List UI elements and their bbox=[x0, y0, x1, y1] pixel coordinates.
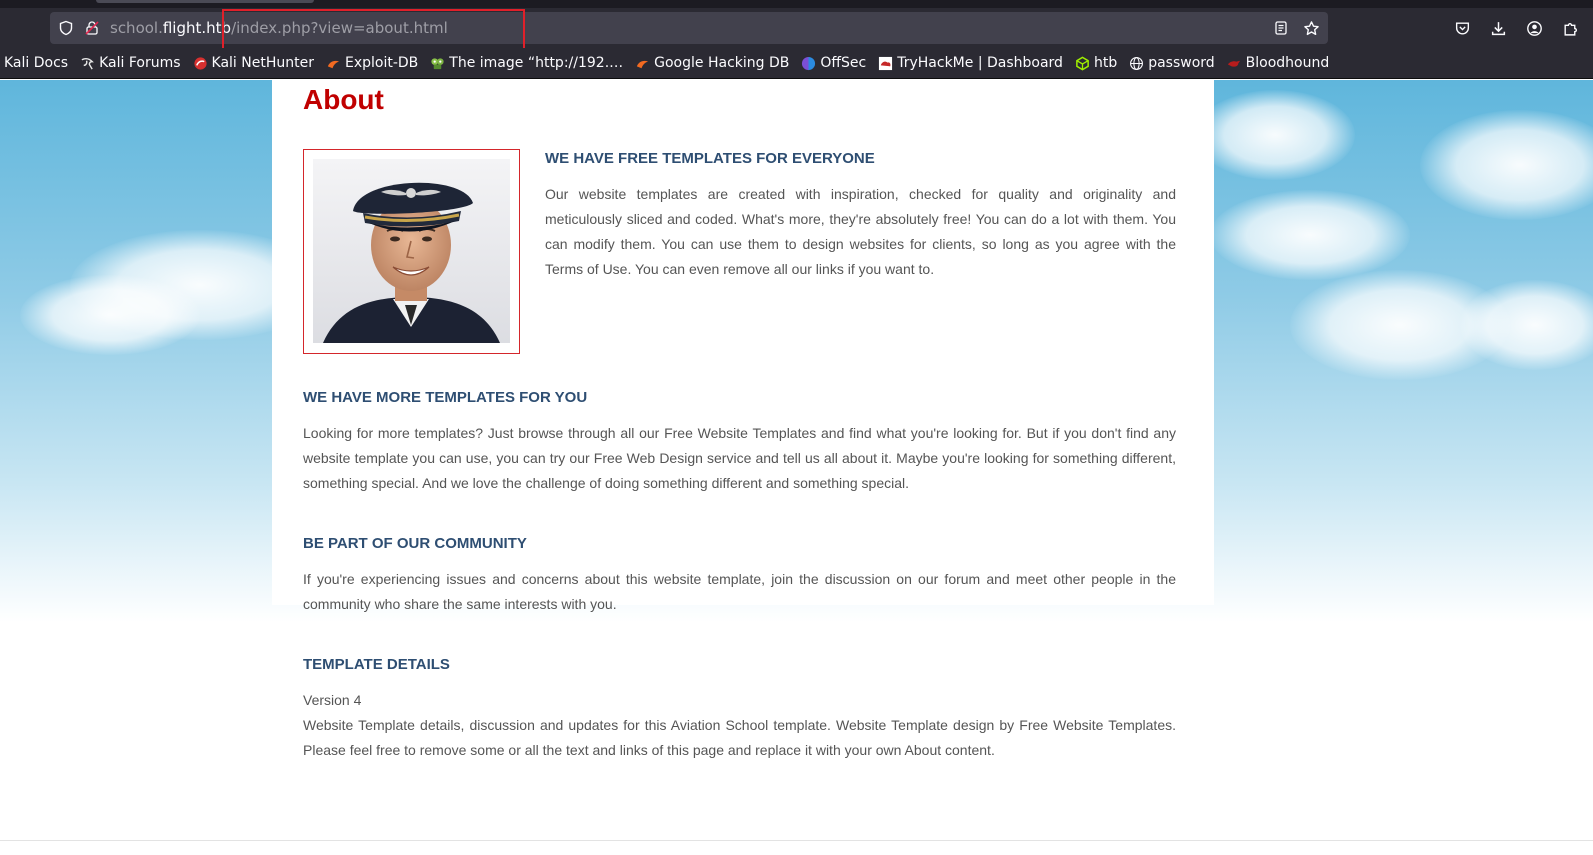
url-path: /index.php?view=about.html bbox=[231, 19, 448, 37]
reader-view-icon[interactable] bbox=[1272, 19, 1290, 37]
bookmark-label: The image “http://192.… bbox=[449, 55, 624, 71]
insecure-lock-icon[interactable] bbox=[83, 19, 101, 37]
bookmark-star-icon[interactable] bbox=[1302, 19, 1320, 37]
background-cloud bbox=[1195, 90, 1355, 180]
bookmark-item[interactable]: OffSec bbox=[801, 55, 866, 71]
section-body-free-templates: Our website templates are created with i… bbox=[545, 186, 1176, 277]
offsec-icon bbox=[801, 56, 816, 71]
bookmark-item[interactable]: Google Hacking DB bbox=[635, 55, 789, 71]
tab-strip bbox=[0, 0, 1593, 8]
exploit-db-icon bbox=[326, 56, 341, 71]
url-text[interactable]: school.flight.htb/index.php?view=about.h… bbox=[110, 12, 448, 44]
bookmark-item[interactable]: htb bbox=[1075, 55, 1117, 71]
bookmark-item[interactable]: Kali Docs bbox=[4, 55, 68, 71]
bookmark-label: Kali Docs bbox=[4, 55, 69, 71]
bookmark-label: password bbox=[1148, 55, 1215, 71]
section-heading-more-templates: WE HAVE MORE TEMPLATES FOR YOU bbox=[303, 389, 588, 406]
pilot-photo bbox=[313, 159, 510, 343]
pilot-photo-frame bbox=[303, 149, 520, 354]
account-icon[interactable] bbox=[1525, 19, 1543, 37]
browser-toolbar: school.flight.htb/index.php?view=about.h… bbox=[0, 8, 1593, 50]
bookmark-item[interactable]: Kali NetHunter bbox=[193, 55, 314, 71]
background-cloud bbox=[1420, 110, 1593, 220]
page-viewport[interactable]: About WE HAVE FREE TEMPLATES FOR EVERYON… bbox=[0, 80, 1593, 855]
footer-divider bbox=[0, 840, 1593, 841]
bookmark-item[interactable]: Bloodhound bbox=[1227, 55, 1330, 71]
section-heading-template-details: TEMPLATE DETAILS bbox=[303, 656, 450, 673]
tryhackme-icon bbox=[878, 56, 893, 71]
image-icon bbox=[430, 56, 445, 71]
exploit-db-icon bbox=[635, 56, 650, 71]
bookmark-label: htb bbox=[1093, 55, 1118, 71]
url-subdomain: school. bbox=[110, 19, 163, 37]
pocket-icon[interactable] bbox=[1453, 19, 1471, 37]
kali-dragon-icon bbox=[80, 56, 95, 71]
bloodhound-icon bbox=[1227, 56, 1242, 71]
extensions-icon[interactable] bbox=[1561, 19, 1579, 37]
bookmark-item[interactable]: Exploit-DB bbox=[326, 55, 418, 71]
url-host: flight.htb bbox=[162, 19, 232, 37]
bookmarks-toolbar: Kali Docs Kali Forums Kali NetHunter Exp… bbox=[0, 48, 1593, 79]
globe-icon bbox=[1129, 56, 1144, 71]
htb-cube-icon bbox=[1075, 56, 1090, 71]
section-body-more-templates: Looking for more templates? Just browse … bbox=[303, 425, 1176, 491]
bookmark-item[interactable]: TryHackMe | Dashboard bbox=[878, 55, 1063, 71]
active-tab[interactable] bbox=[96, 0, 314, 3]
section-heading-free-templates: WE HAVE FREE TEMPLATES FOR EVERYONE bbox=[545, 150, 875, 167]
background-cloud bbox=[20, 275, 200, 355]
shield-icon[interactable] bbox=[57, 19, 75, 37]
bookmark-label: Bloodhound bbox=[1245, 55, 1330, 71]
bookmark-label: Google Hacking DB bbox=[654, 55, 790, 71]
about-content-panel: About WE HAVE FREE TEMPLATES FOR EVERYON… bbox=[272, 80, 1214, 612]
bookmark-label: Kali Forums bbox=[99, 55, 181, 71]
section-body-template-details: Website Template details, discussion and… bbox=[303, 717, 1176, 758]
background-cloud bbox=[1210, 190, 1410, 280]
bookmark-label: Kali NetHunter bbox=[211, 55, 314, 71]
url-bar[interactable]: school.flight.htb/index.php?view=about.h… bbox=[50, 9, 1328, 50]
bookmark-item[interactable]: password bbox=[1129, 55, 1215, 71]
nethunter-icon bbox=[193, 56, 208, 71]
bookmark-item[interactable]: The image “http://192.… bbox=[430, 55, 623, 71]
bookmark-label: OffSec bbox=[820, 55, 867, 71]
template-version: Version 4 bbox=[303, 692, 362, 708]
page-title: About bbox=[303, 84, 384, 115]
section-heading-community: BE PART OF OUR COMMUNITY bbox=[303, 535, 527, 552]
section-body-community: If you're experiencing issues and concer… bbox=[303, 571, 1176, 612]
bookmark-label: TryHackMe | Dashboard bbox=[897, 55, 1063, 71]
downloads-icon[interactable] bbox=[1489, 19, 1507, 37]
bookmark-item[interactable]: Kali Forums bbox=[80, 55, 181, 71]
bookmark-label: Exploit-DB bbox=[344, 55, 419, 71]
